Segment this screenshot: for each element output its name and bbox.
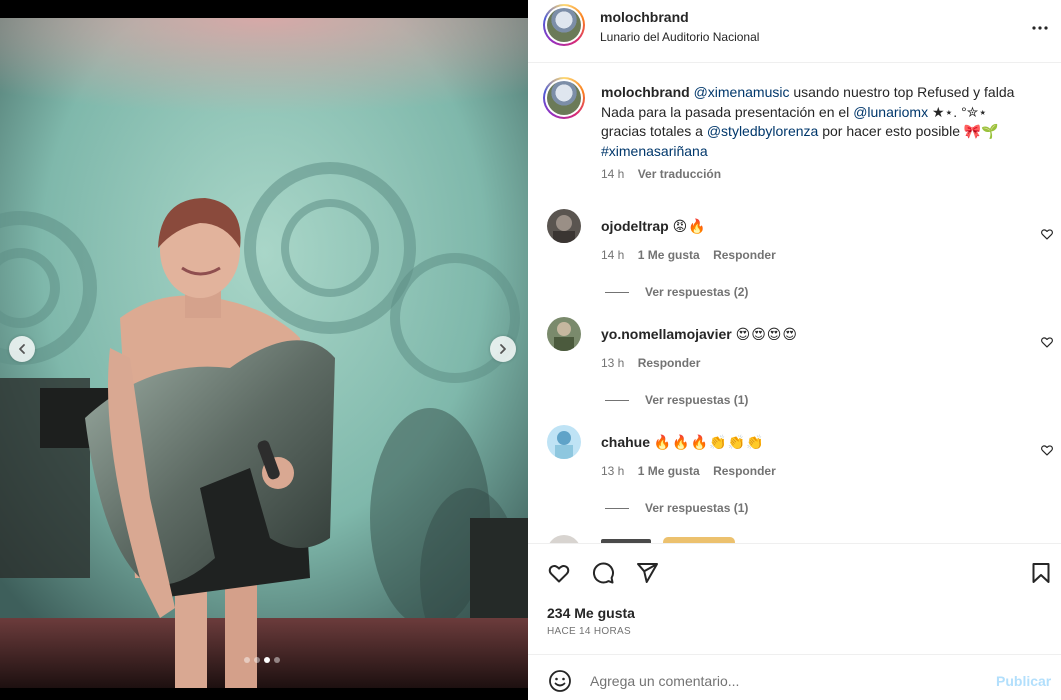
likes-count[interactable]: 234 Me gusta — [547, 605, 635, 621]
post-timestamp: HACE 14 HORAS — [547, 626, 631, 637]
comments-list[interactable]: ojodeltrap 😡🔥 14 h 1 Me gusta Responder … — [528, 200, 1061, 543]
comment-body: 🔥🔥🔥👏👏👏 — [653, 435, 765, 451]
view-replies-label: Ver respuestas (1) — [645, 393, 749, 407]
translate-button[interactable]: Ver traducción — [638, 167, 721, 181]
mention-link[interactable]: @ximenamusic — [694, 84, 790, 100]
carousel-dot — [244, 657, 250, 663]
comment-meta: 13 h 1 Me gusta Responder — [601, 464, 786, 478]
post-location[interactable]: Lunario del Auditorio Nacional — [600, 30, 759, 44]
hashtag-link[interactable]: #ximenasariñana — [601, 143, 708, 159]
media-letterbox-top — [0, 0, 528, 18]
view-replies-label: Ver respuestas (1) — [645, 501, 749, 515]
view-replies-button[interactable]: Ver respuestas (1) — [605, 501, 748, 515]
carousel-dot — [274, 657, 280, 663]
more-horizontal-icon[interactable] — [1028, 16, 1052, 40]
reply-button[interactable]: Responder — [638, 356, 701, 370]
heart-icon[interactable] — [1040, 443, 1054, 457]
commenter-avatar[interactable] — [547, 425, 581, 459]
commenter-username[interactable]: yo.nomellamojavier — [601, 326, 732, 342]
comment-meta: 13 h Responder — [601, 356, 710, 370]
author-username[interactable]: molochbrand — [600, 9, 689, 25]
comment-time: 14 h — [601, 248, 625, 262]
carousel-dot-active — [264, 657, 270, 663]
mention-link[interactable]: @styledbylorenza — [707, 123, 819, 139]
post-media — [0, 0, 528, 700]
view-replies-label: Ver respuestas (2) — [645, 285, 749, 299]
bookmark-icon[interactable] — [1029, 561, 1053, 585]
replies-line — [605, 508, 629, 510]
caption-time: 14 h — [601, 167, 625, 181]
replies-line — [605, 292, 629, 294]
caption-text: molochbrand @ximenamusic usando nuestro … — [601, 83, 1031, 161]
caption-body: por hacer esto posible 🎀🌱 — [818, 123, 999, 139]
post-header: molochbrand Lunario del Auditorio Nacion… — [528, 0, 1061, 52]
caption-meta: 14 h Ver traducción — [601, 167, 721, 181]
media-letterbox-bottom — [0, 688, 528, 700]
comment-likes[interactable]: 1 Me gusta — [638, 248, 700, 262]
chevron-right-icon — [500, 344, 506, 354]
heart-icon[interactable] — [1040, 227, 1054, 241]
comment-text: yo.nomellamojavier 😍😍😍😍 — [601, 326, 798, 343]
view-replies-button[interactable]: Ver respuestas (2) — [605, 285, 748, 299]
smiley-icon[interactable] — [548, 669, 572, 693]
carousel-indicator — [244, 657, 280, 663]
comment-icon[interactable] — [591, 561, 615, 585]
carousel-dot — [254, 657, 260, 663]
comment-body: 😡🔥 — [672, 219, 707, 235]
heart-icon[interactable] — [1040, 335, 1054, 349]
mention-link[interactable]: @lunariomx — [853, 104, 928, 120]
carousel-prev-button[interactable] — [9, 336, 35, 362]
comment-likes[interactable]: 1 Me gusta — [638, 464, 700, 478]
publish-button[interactable]: Publicar — [996, 673, 1051, 689]
comment-text: ojodeltrap 😡🔥 — [601, 218, 707, 235]
comment-item-partial — [528, 534, 1061, 543]
post-photo — [0, 18, 528, 688]
caption-avatar[interactable] — [543, 77, 585, 119]
send-icon[interactable] — [635, 561, 659, 585]
carousel-next-button[interactable] — [490, 336, 516, 362]
divider — [528, 62, 1061, 63]
comment-meta: 14 h 1 Me gusta Responder — [601, 248, 786, 262]
divider — [528, 654, 1061, 655]
comment-time: 13 h — [601, 356, 625, 370]
commenter-avatar[interactable] — [547, 317, 581, 351]
add-comment-input[interactable] — [590, 670, 970, 692]
commenter-avatar[interactable] — [547, 209, 581, 243]
reply-button[interactable]: Responder — [713, 464, 776, 478]
caption-username[interactable]: molochbrand — [601, 84, 690, 100]
replies-line — [605, 400, 629, 402]
chevron-left-icon — [19, 344, 25, 354]
view-replies-button[interactable]: Ver respuestas (1) — [605, 393, 748, 407]
commenter-username[interactable]: chahue — [601, 434, 650, 450]
author-avatar[interactable] — [543, 4, 585, 46]
comment-time: 13 h — [601, 464, 625, 478]
reply-button[interactable]: Responder — [713, 248, 776, 262]
commenter-username[interactable]: ojodeltrap — [601, 218, 669, 234]
comment-text: chahue 🔥🔥🔥👏👏👏 — [601, 434, 765, 451]
heart-icon[interactable] — [547, 561, 571, 585]
divider — [528, 543, 1061, 544]
post-detail-panel: molochbrand Lunario del Auditorio Nacion… — [528, 0, 1061, 700]
comment-body: 😍😍😍😍 — [735, 327, 798, 343]
